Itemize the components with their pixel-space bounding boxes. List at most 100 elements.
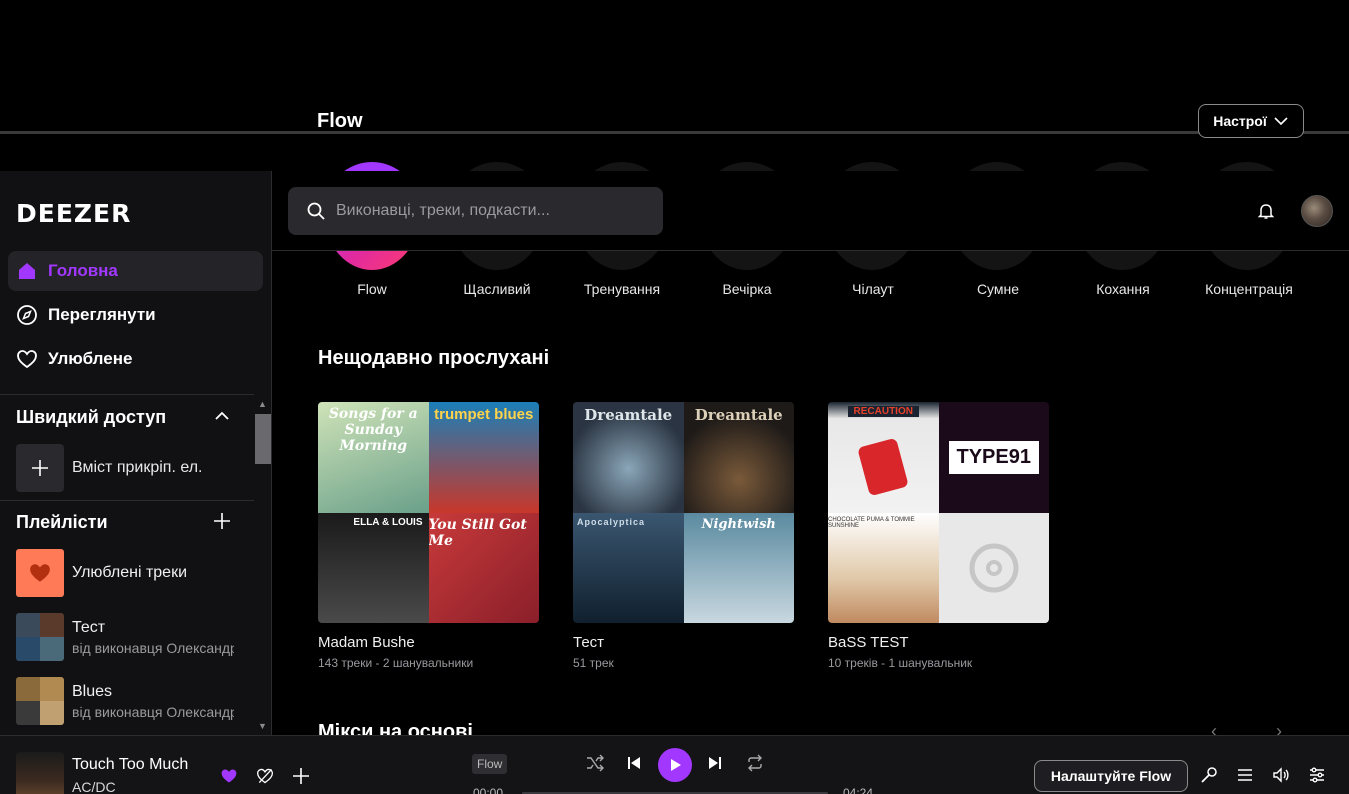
pinned-content-item[interactable]: Вміст прикріп. ел. [16,444,202,492]
heart-icon [30,564,50,582]
playlist-owner: від виконавця Олександр [72,703,234,720]
sidebar: DEEZER Головна Переглянути Улюблене Швид… [0,171,272,735]
nav-item-home[interactable]: Головна [8,251,263,291]
collapse-button[interactable] [210,404,234,428]
mood-label[interactable]: Концентрація [1179,281,1319,297]
mood-circle[interactable] [450,251,544,270]
chevron-left-icon[interactable]: ‹ [1211,721,1217,735]
notifications-button[interactable] [1257,202,1275,225]
mood-label[interactable]: Щасливий [427,281,567,297]
album-cover: Songs for a Sunday Morning [318,402,429,513]
volume-icon [1273,767,1289,783]
disc-icon [969,543,1019,593]
playlist-item-blues[interactable]: Blues від виконавця Олександр [16,677,234,725]
playlist-card[interactable]: Songs for a Sunday Morning trumpet blues… [318,402,539,670]
plus-icon [293,768,309,784]
compass-icon [17,305,37,325]
album-cover: Dreamtale [683,402,794,513]
avatar[interactable] [1301,195,1333,227]
playlist-cover [16,549,64,597]
plus-icon [214,513,230,529]
playlist-cover-collage: Dreamtale Dreamtale Apocalyptica Nightwi… [573,402,794,623]
search-input[interactable] [336,202,636,220]
mood-label[interactable]: Вечірка [677,281,817,297]
deezer-logo[interactable]: DEEZER [16,199,131,228]
add-to-playlist-button[interactable] [289,764,313,788]
mood-circle[interactable] [700,251,794,270]
mixes-section-title: Мікси на основі [318,721,473,735]
mood-label[interactable]: Тренування [552,281,692,297]
album-cover: ELLA & LOUIS [318,512,429,623]
mood-circle[interactable] [825,251,919,270]
sidebar-scrollbar[interactable]: ▲ ▼ [254,397,271,735]
nav-item-label: Улюблене [48,349,133,368]
repeat-button[interactable] [743,751,767,775]
card-subtitle: 10 треків - 1 шанувальник [828,656,973,670]
search-icon [307,202,325,220]
like-button[interactable] [217,764,241,788]
playlist-card[interactable]: Dreamtale Dreamtale Apocalyptica Nightwi… [573,402,794,670]
playlist-item-favorite-tracks[interactable]: Улюблені треки [16,549,234,597]
playlists-heading: Плейлісти [16,512,108,532]
mood-label[interactable]: Кохання [1053,281,1193,297]
tune-flow-button[interactable]: Налаштуйте Flow [1034,760,1188,792]
figure-illustration [857,437,909,497]
album-cover: trumpet blues [428,402,539,513]
chevron-down-icon [1274,117,1288,126]
track-artist[interactable]: AC/DC [72,779,116,794]
mood-circle[interactable] [1075,251,1169,270]
flow-title: Flow [317,110,363,132]
queue-button[interactable] [1233,763,1257,787]
playlist-owner: від виконавця Олександр [72,639,234,656]
mood-label-flow[interactable]: Flow [302,281,442,297]
playlist-cover [16,677,64,725]
equalizer-settings-button[interactable] [1305,763,1329,787]
flow-header-band: Flow Настрої [0,0,1349,256]
time-total: 04:24 [843,786,874,794]
home-icon [19,263,35,279]
scroll-thumb[interactable] [255,414,271,464]
mood-circle[interactable] [950,251,1044,270]
play-icon [671,759,681,771]
context-badge: Flow [472,754,508,774]
quick-access-heading: Швидкий доступ [16,407,167,427]
card-title: Тест [573,634,605,651]
mood-circle[interactable] [575,251,669,270]
add-playlist-button[interactable] [210,509,234,533]
scroll-down-arrow[interactable]: ▼ [258,721,267,731]
playlist-name: Улюблені треки [72,564,188,581]
album-cover: CHOCOLATE PUMA & TOMMIE SUNSHINE [828,512,939,623]
chevron-right-icon[interactable]: › [1276,721,1282,735]
sliders-icon [1310,767,1324,783]
next-button[interactable] [703,751,727,775]
track-cover[interactable] [16,752,64,794]
lyrics-button[interactable] [1197,763,1221,787]
playlist-card[interactable]: RECAUTION TYPE91 CHOCOLATE PUMA & TOMMIE… [828,402,1049,670]
volume-button[interactable] [1269,763,1293,787]
mood-circle[interactable] [1200,251,1294,270]
album-cover: Dreamtale [573,402,684,513]
shuffle-icon [587,754,604,772]
play-button[interactable] [658,748,692,782]
mood-settings-button[interactable]: Настрої [1198,104,1304,138]
mood-circle-flow[interactable] [325,251,419,270]
mood-label[interactable]: Чілаут [803,281,943,297]
scroll-up-arrow[interactable]: ▲ [258,399,267,409]
nav-item-favorites[interactable]: Улюблене [8,339,263,379]
nav-item-label: Переглянути [48,305,156,324]
dislike-button[interactable] [253,764,277,788]
playlist-item-test[interactable]: Тест від виконавця Олександр [16,613,234,661]
heart-filled-icon [221,769,237,783]
search-bar[interactable] [288,187,663,235]
mood-label[interactable]: Сумне [928,281,1068,297]
track-title[interactable]: Touch Too Much [72,756,188,774]
shuffle-button[interactable] [583,751,607,775]
card-title: BaSS TEST [828,634,909,651]
skip-next-icon [709,757,721,769]
divider [0,131,1349,134]
previous-button[interactable] [622,751,646,775]
microphone-icon [1201,767,1217,783]
nav-item-explore[interactable]: Переглянути [8,295,263,335]
playlist-name: Тест [72,618,106,636]
heart-icon [17,350,37,369]
